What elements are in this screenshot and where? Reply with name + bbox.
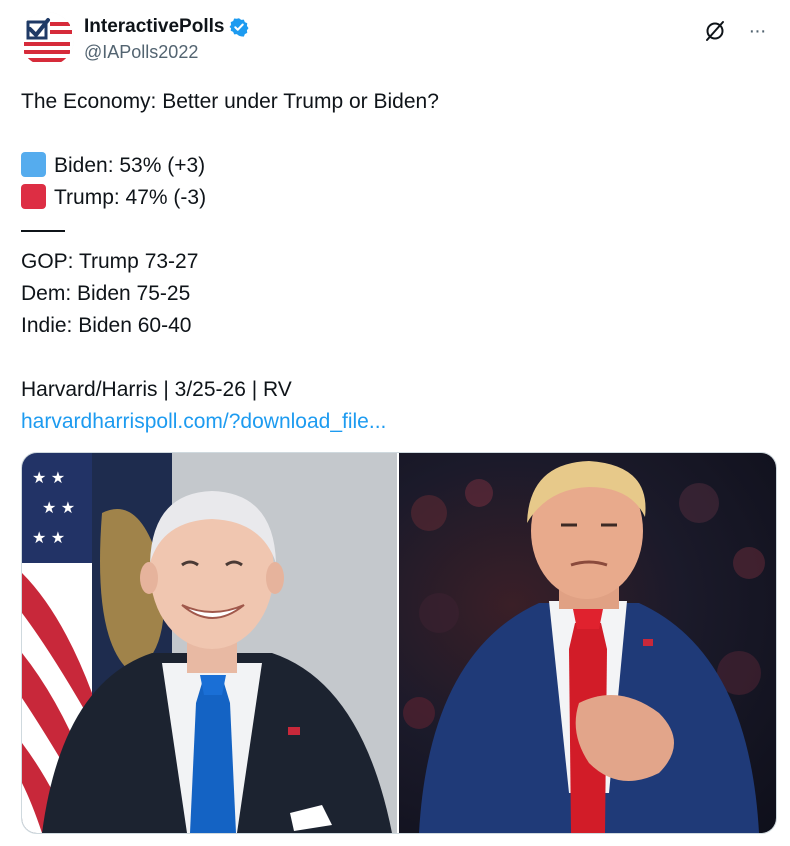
separator — [21, 214, 761, 246]
svg-text:★ ★: ★ ★ — [32, 530, 65, 547]
flag-checkbox-avatar-icon — [20, 12, 74, 66]
breakdown-indie: Indie: Biden 60-40 — [21, 314, 192, 337]
trump-portrait-image — [403, 461, 765, 833]
result-biden: Biden: 53% (+3) — [21, 150, 761, 182]
top-actions: ··· — [702, 18, 770, 44]
slashed-circle-icon — [706, 21, 724, 41]
source-link[interactable]: harvardharrispoll.com/?download_file... — [21, 410, 386, 433]
breakdown-gop: GOP: Trump 73-27 — [21, 250, 199, 273]
grok-button[interactable] — [702, 18, 728, 44]
author-display-name[interactable]: InteractivePolls — [84, 16, 224, 38]
tweet-media[interactable]: ★ ★ ★ ★ ★ ★ — [21, 452, 777, 834]
trump-portrait[interactable] — [399, 453, 776, 833]
result-trump-text: Trump: 47% (-3) — [54, 186, 207, 209]
poll-source: Harvard/Harris | 3/25-26 | RV — [21, 378, 292, 401]
svg-text:★ ★: ★ ★ — [42, 500, 75, 517]
author-handle[interactable]: @IAPolls2022 — [84, 40, 249, 64]
svg-text:★ ★: ★ ★ — [32, 470, 65, 487]
more-button[interactable]: ··· — [744, 18, 770, 44]
avatar[interactable] — [20, 12, 74, 66]
author-block: InteractivePolls @IAPolls2022 — [84, 16, 249, 64]
tweet-header: InteractivePolls @IAPolls2022 ··· — [20, 12, 770, 68]
biden-portrait[interactable]: ★ ★ ★ ★ ★ ★ — [22, 453, 397, 833]
tweet-body: The Economy: Better under Trump or Biden… — [21, 86, 761, 438]
biden-portrait-image: ★ ★ ★ ★ ★ ★ — [22, 453, 397, 833]
source-link-row: harvardharrispoll.com/?download_file... — [21, 406, 761, 438]
red-square-icon — [21, 184, 46, 209]
more-icon: ··· — [748, 19, 767, 42]
result-trump: Trump: 47% (-3) — [21, 182, 761, 214]
breakdown-dem: Dem: Biden 75-25 — [21, 282, 191, 305]
author-name-row[interactable]: InteractivePolls — [84, 16, 249, 38]
verified-badge-icon — [229, 18, 249, 37]
poll-question: The Economy: Better under Trump or Biden… — [21, 90, 439, 113]
blue-square-icon — [21, 152, 46, 177]
result-biden-text: Biden: 53% (+3) — [54, 154, 206, 177]
separator-dash — [21, 230, 65, 233]
